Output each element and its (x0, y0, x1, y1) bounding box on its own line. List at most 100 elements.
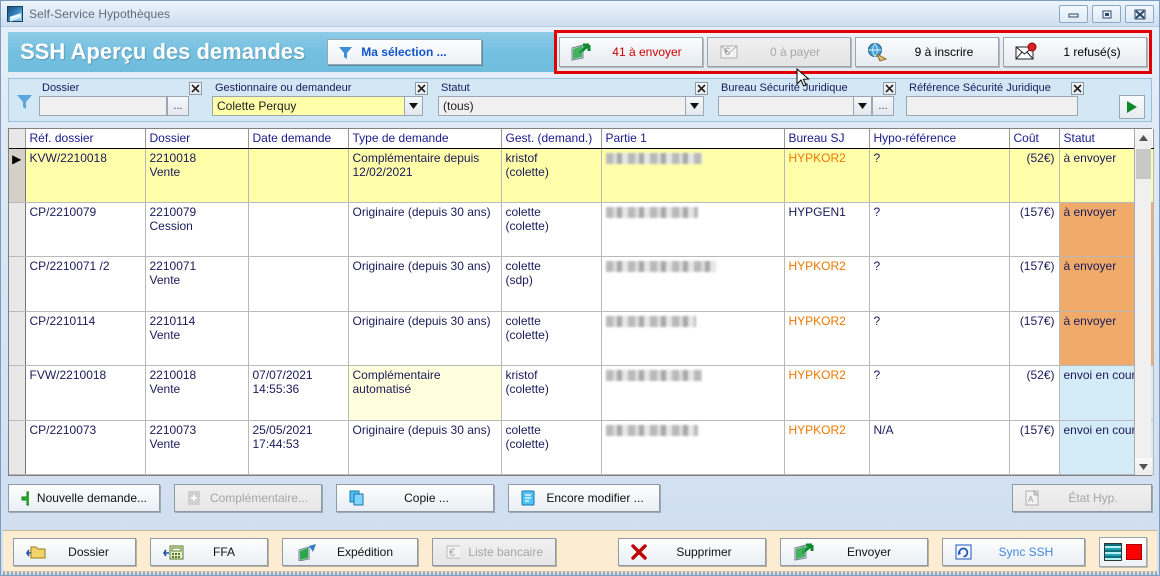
cell-gest[interactable]: kristof (colette) (501, 365, 602, 421)
cell-type[interactable]: Originaire (depuis 30 ans) (348, 202, 502, 258)
row-marker[interactable] (9, 256, 26, 312)
row-marker[interactable] (9, 311, 26, 367)
cell-partie1[interactable] (601, 202, 785, 258)
col-header-bureau[interactable]: Bureau SJ (784, 129, 870, 149)
col-header-date[interactable]: Date demande (248, 129, 349, 149)
filter-dossier-input[interactable] (39, 96, 167, 116)
row-marker[interactable] (9, 202, 26, 258)
cell-ref[interactable]: CP/2210114 (25, 311, 146, 367)
filter-manager-chevron-down-icon[interactable] (405, 96, 423, 116)
cell-bureau[interactable]: HYPKOR2 (784, 148, 870, 203)
cell-cout[interactable]: (52€) (1009, 148, 1060, 203)
complementary-button[interactable]: Complémentaire... (174, 484, 322, 512)
filter-status-chevron-down-icon[interactable] (686, 96, 704, 116)
cell-gest[interactable]: colette (colette) (501, 420, 602, 476)
table-row[interactable]: CP/2210114 2210114 Vente Originaire (depuis… (9, 311, 1154, 367)
cell-partie1[interactable] (601, 365, 785, 421)
new-request-button[interactable]: Nouvelle demande... (8, 484, 160, 512)
counter-to-send-button[interactable]: 41 à envoyer (559, 37, 703, 67)
cell-hypo[interactable]: ? (869, 311, 1010, 367)
cell-type[interactable]: Originaire (depuis 30 ans) (348, 420, 502, 476)
cell-dossier[interactable]: 2210114 Vente (145, 311, 249, 367)
col-header-cout[interactable]: Coût (1009, 129, 1060, 149)
table-row[interactable]: FVW/2210018 2210018 Vente 07/07/2021 14:55:3… (9, 365, 1154, 421)
edit-again-button[interactable]: Encore modifier ... (508, 484, 660, 512)
sync-ssh-button[interactable]: Sync SSH (942, 538, 1085, 566)
cell-type[interactable]: Originaire (depuis 30 ans) (348, 256, 502, 312)
cell-bureau[interactable]: HYPKOR2 (784, 365, 870, 421)
col-header-partie1[interactable]: Partie 1 (601, 129, 785, 149)
col-header-dossier[interactable]: Dossier (145, 129, 249, 149)
cell-bureau[interactable]: HYPKOR2 (784, 256, 870, 312)
ffa-button[interactable]: FFA (150, 538, 268, 566)
cell-type[interactable]: Complémentaire automatisé (348, 365, 502, 421)
cell-dossier[interactable]: 2210018 Vente (145, 148, 249, 203)
my-selection-button[interactable]: Ma sélection ... (327, 39, 483, 65)
table-row[interactable]: ▶ KVW/2210018 2210018 Vente Complémentaire d… (9, 148, 1154, 203)
table-row[interactable]: CP/2210071 /2 2210071 Vente Originaire (dep… (9, 256, 1154, 312)
cell-date[interactable] (248, 148, 349, 203)
cell-partie1[interactable] (601, 420, 785, 476)
filter-run-button[interactable] (1119, 95, 1145, 119)
filter-dossier-browse-button[interactable]: ... (167, 96, 189, 116)
col-header-hypo[interactable]: Hypo-référence (869, 129, 1010, 149)
cell-dossier[interactable]: 2210018 Vente (145, 365, 249, 421)
cell-dossier[interactable]: 2210079 Cession (145, 202, 249, 258)
cell-ref[interactable]: CP/2210079 (25, 202, 146, 258)
cell-cout[interactable]: (157€) (1009, 420, 1060, 476)
cell-date[interactable] (248, 202, 349, 258)
cell-gest[interactable]: kristof (colette) (501, 148, 602, 203)
filter-reference-clear-icon[interactable] (1071, 82, 1084, 95)
cell-ref[interactable]: KVW/2210018 (25, 148, 146, 203)
scroll-up-icon[interactable] (1134, 129, 1152, 146)
cell-ref[interactable]: CP/2210073 (25, 420, 146, 476)
cell-date[interactable] (248, 256, 349, 312)
filter-status-clear-icon[interactable] (695, 82, 708, 95)
cell-dossier[interactable]: 2210071 Vente (145, 256, 249, 312)
filter-bureau-chevron-down-icon[interactable] (854, 96, 872, 116)
cell-hypo[interactable]: N/A (869, 420, 1010, 476)
cell-dossier[interactable]: 2210073 Vente (145, 420, 249, 476)
grid-vertical-scrollbar[interactable] (1134, 129, 1152, 475)
filter-bureau-input[interactable] (718, 96, 854, 116)
filter-status-input[interactable]: (tous) (438, 96, 686, 116)
col-header-type[interactable]: Type de demande (348, 129, 502, 149)
cell-hypo[interactable]: ? (869, 202, 1010, 258)
cell-bureau[interactable]: HYPKOR2 (784, 420, 870, 476)
scroll-down-icon[interactable] (1134, 458, 1152, 475)
cell-gest[interactable]: colette (sdp) (501, 256, 602, 312)
maximize-icon[interactable] (1092, 5, 1121, 23)
counter-to-register-button[interactable]: 9 à inscrire (855, 37, 999, 67)
filter-bureau-clear-icon[interactable] (883, 82, 896, 95)
cell-ref[interactable]: CP/2210071 /2 (25, 256, 146, 312)
table-row[interactable]: CP/2210079 2210079 Cession Originaire (depu… (9, 202, 1154, 258)
etat-hyp-button[interactable]: A État Hyp. (1012, 484, 1152, 512)
col-header-ref[interactable]: Réf. dossier (25, 129, 146, 149)
filter-bureau-browse-button[interactable]: ... (872, 96, 894, 116)
minimize-icon[interactable] (1059, 5, 1088, 23)
delete-button[interactable]: Supprimer (618, 538, 766, 566)
send-button[interactable]: Envoyer (780, 538, 928, 566)
filter-manager-clear-icon[interactable] (415, 82, 428, 95)
cell-type[interactable]: Originaire (depuis 30 ans) (348, 311, 502, 367)
col-header-gest[interactable]: Gest. (demand.) (501, 129, 602, 149)
counter-refused-button[interactable]: 1 refusé(s) (1003, 37, 1147, 67)
cell-gest[interactable]: colette (colette) (501, 202, 602, 258)
cell-hypo[interactable]: ? (869, 256, 1010, 312)
row-marker[interactable] (9, 420, 26, 476)
cell-cout[interactable]: (157€) (1009, 311, 1060, 367)
cell-gest[interactable]: colette (colette) (501, 311, 602, 367)
row-marker[interactable] (9, 365, 26, 421)
dossier-button[interactable]: Dossier (13, 538, 136, 566)
cell-partie1[interactable] (601, 148, 785, 203)
cell-partie1[interactable] (601, 256, 785, 312)
cell-bureau[interactable]: HYPGEN1 (784, 202, 870, 258)
expedition-button[interactable]: Expédition (282, 538, 418, 566)
filter-dossier-clear-icon[interactable] (189, 82, 202, 95)
filter-reference-input[interactable] (906, 96, 1078, 116)
cell-date[interactable] (248, 311, 349, 367)
cell-hypo[interactable]: ? (869, 365, 1010, 421)
counter-to-pay-button[interactable]: € 0 à payer (707, 37, 851, 67)
close-icon[interactable] (1125, 5, 1154, 23)
filter-manager-input[interactable]: Colette Perquy (212, 96, 405, 116)
